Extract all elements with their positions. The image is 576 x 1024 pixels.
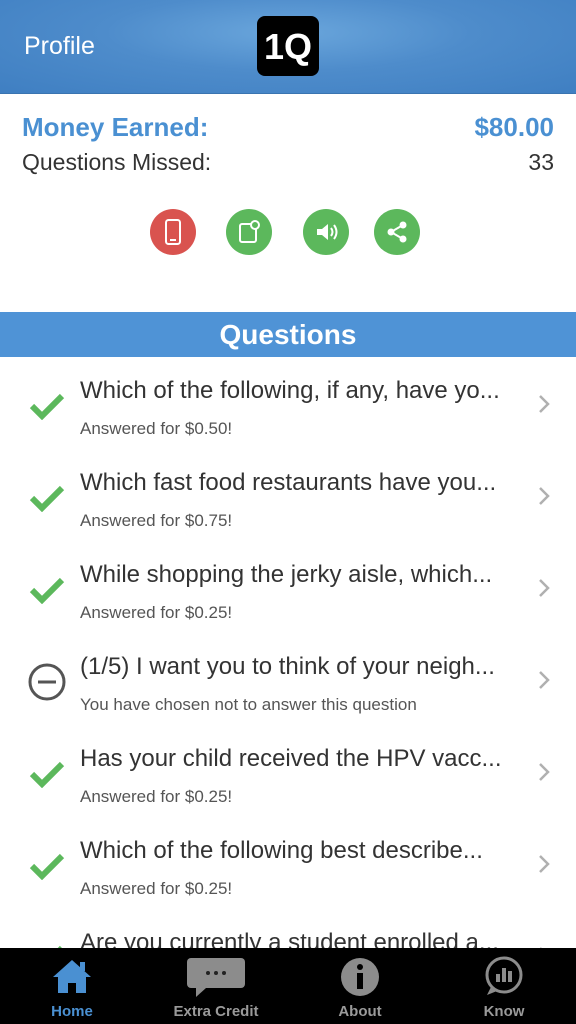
tab-home[interactable]: Home — [0, 948, 144, 1024]
question-title: (1/5) I want you to think of your neigh.… — [80, 653, 495, 680]
tab-label: About — [338, 1003, 382, 1020]
question-row[interactable]: Which fast food restaurants have you... … — [0, 449, 576, 541]
chevron-right-icon — [539, 763, 550, 781]
share-icon — [387, 221, 407, 243]
checkmark-icon — [27, 938, 67, 948]
question-title: Has your child received the HPV vacc... — [80, 745, 502, 772]
checkmark-icon — [27, 846, 67, 886]
earnings-summary: Money Earned: $80.00 Questions Missed: 3… — [0, 94, 576, 312]
question-title: Which of the following, if any, have yo.… — [80, 377, 500, 404]
question-status-text: Answered for $0.75! — [80, 511, 233, 530]
questions-section-header: Questions — [0, 312, 576, 357]
tab-label: Know — [483, 1003, 525, 1020]
question-title: Which of the following best describe... — [80, 837, 483, 864]
tab-label: Extra Credit — [173, 1003, 259, 1020]
question-status-text: Answered for $0.25! — [80, 603, 233, 622]
question-status-text: Answered for $0.50! — [80, 419, 233, 438]
money-earned-label: Money Earned: — [22, 112, 209, 142]
question-row[interactable]: Are you currently a student enrolled a..… — [0, 909, 576, 948]
home-icon — [53, 960, 91, 993]
chevron-right-icon — [539, 395, 550, 413]
app-header: Profile 1Q — [0, 0, 576, 94]
question-row[interactable]: While shopping the jerky aisle, which...… — [0, 541, 576, 633]
speaker-icon — [317, 224, 338, 240]
question-title: Which fast food restaurants have you... — [80, 469, 497, 496]
question-status-text: Answered for $0.25! — [80, 787, 233, 806]
phone-button[interactable] — [150, 209, 196, 255]
info-icon — [341, 958, 379, 996]
question-status-text: You have chosen not to answer this quest… — [80, 695, 417, 714]
chevron-right-icon — [539, 579, 550, 597]
question-title: Are you currently a student enrolled a..… — [80, 929, 499, 948]
tab-about[interactable]: About — [288, 948, 432, 1024]
chevron-right-icon — [539, 671, 550, 689]
phone-icon — [165, 219, 181, 245]
chart-bubble-icon — [485, 956, 523, 995]
svg-text:1Q: 1Q — [264, 26, 312, 67]
checkmark-icon — [27, 754, 67, 794]
question-status-text: Answered for $0.25! — [80, 879, 233, 898]
questions-missed-label: Questions Missed: — [22, 149, 212, 175]
question-row[interactable]: Which of the following best describe... … — [0, 817, 576, 909]
money-earned-value: $80.00 — [474, 112, 554, 142]
bottom-tab-bar: Home Extra Credit About Know — [0, 948, 576, 1024]
questions-list[interactable]: Which of the following, if any, have yo.… — [0, 357, 576, 948]
question-title: While shopping the jerky aisle, which... — [80, 561, 493, 588]
profile-button[interactable]: Profile — [24, 30, 95, 62]
tab-extra-credit[interactable]: Extra Credit — [144, 948, 288, 1024]
question-row[interactable]: (1/5) I want you to think of your neigh.… — [0, 633, 576, 725]
notifications-button[interactable] — [226, 209, 272, 255]
minus-circle-icon — [27, 662, 67, 702]
chevron-right-icon — [539, 855, 550, 873]
tab-know[interactable]: Know — [432, 948, 576, 1024]
chat-bubble-icon — [187, 958, 245, 997]
app-logo: 1Q — [257, 16, 319, 76]
tablet-notification-icon — [239, 220, 260, 243]
sound-button[interactable] — [303, 209, 349, 255]
share-button[interactable] — [374, 209, 420, 255]
checkmark-icon — [27, 478, 67, 518]
chevron-right-icon — [539, 487, 550, 505]
checkmark-icon — [27, 570, 67, 610]
tab-label: Home — [51, 1003, 93, 1020]
question-row[interactable]: Has your child received the HPV vacc... … — [0, 725, 576, 817]
question-row[interactable]: Which of the following, if any, have yo.… — [0, 357, 576, 449]
checkmark-icon — [27, 386, 67, 426]
questions-missed-value: 33 — [528, 149, 554, 175]
